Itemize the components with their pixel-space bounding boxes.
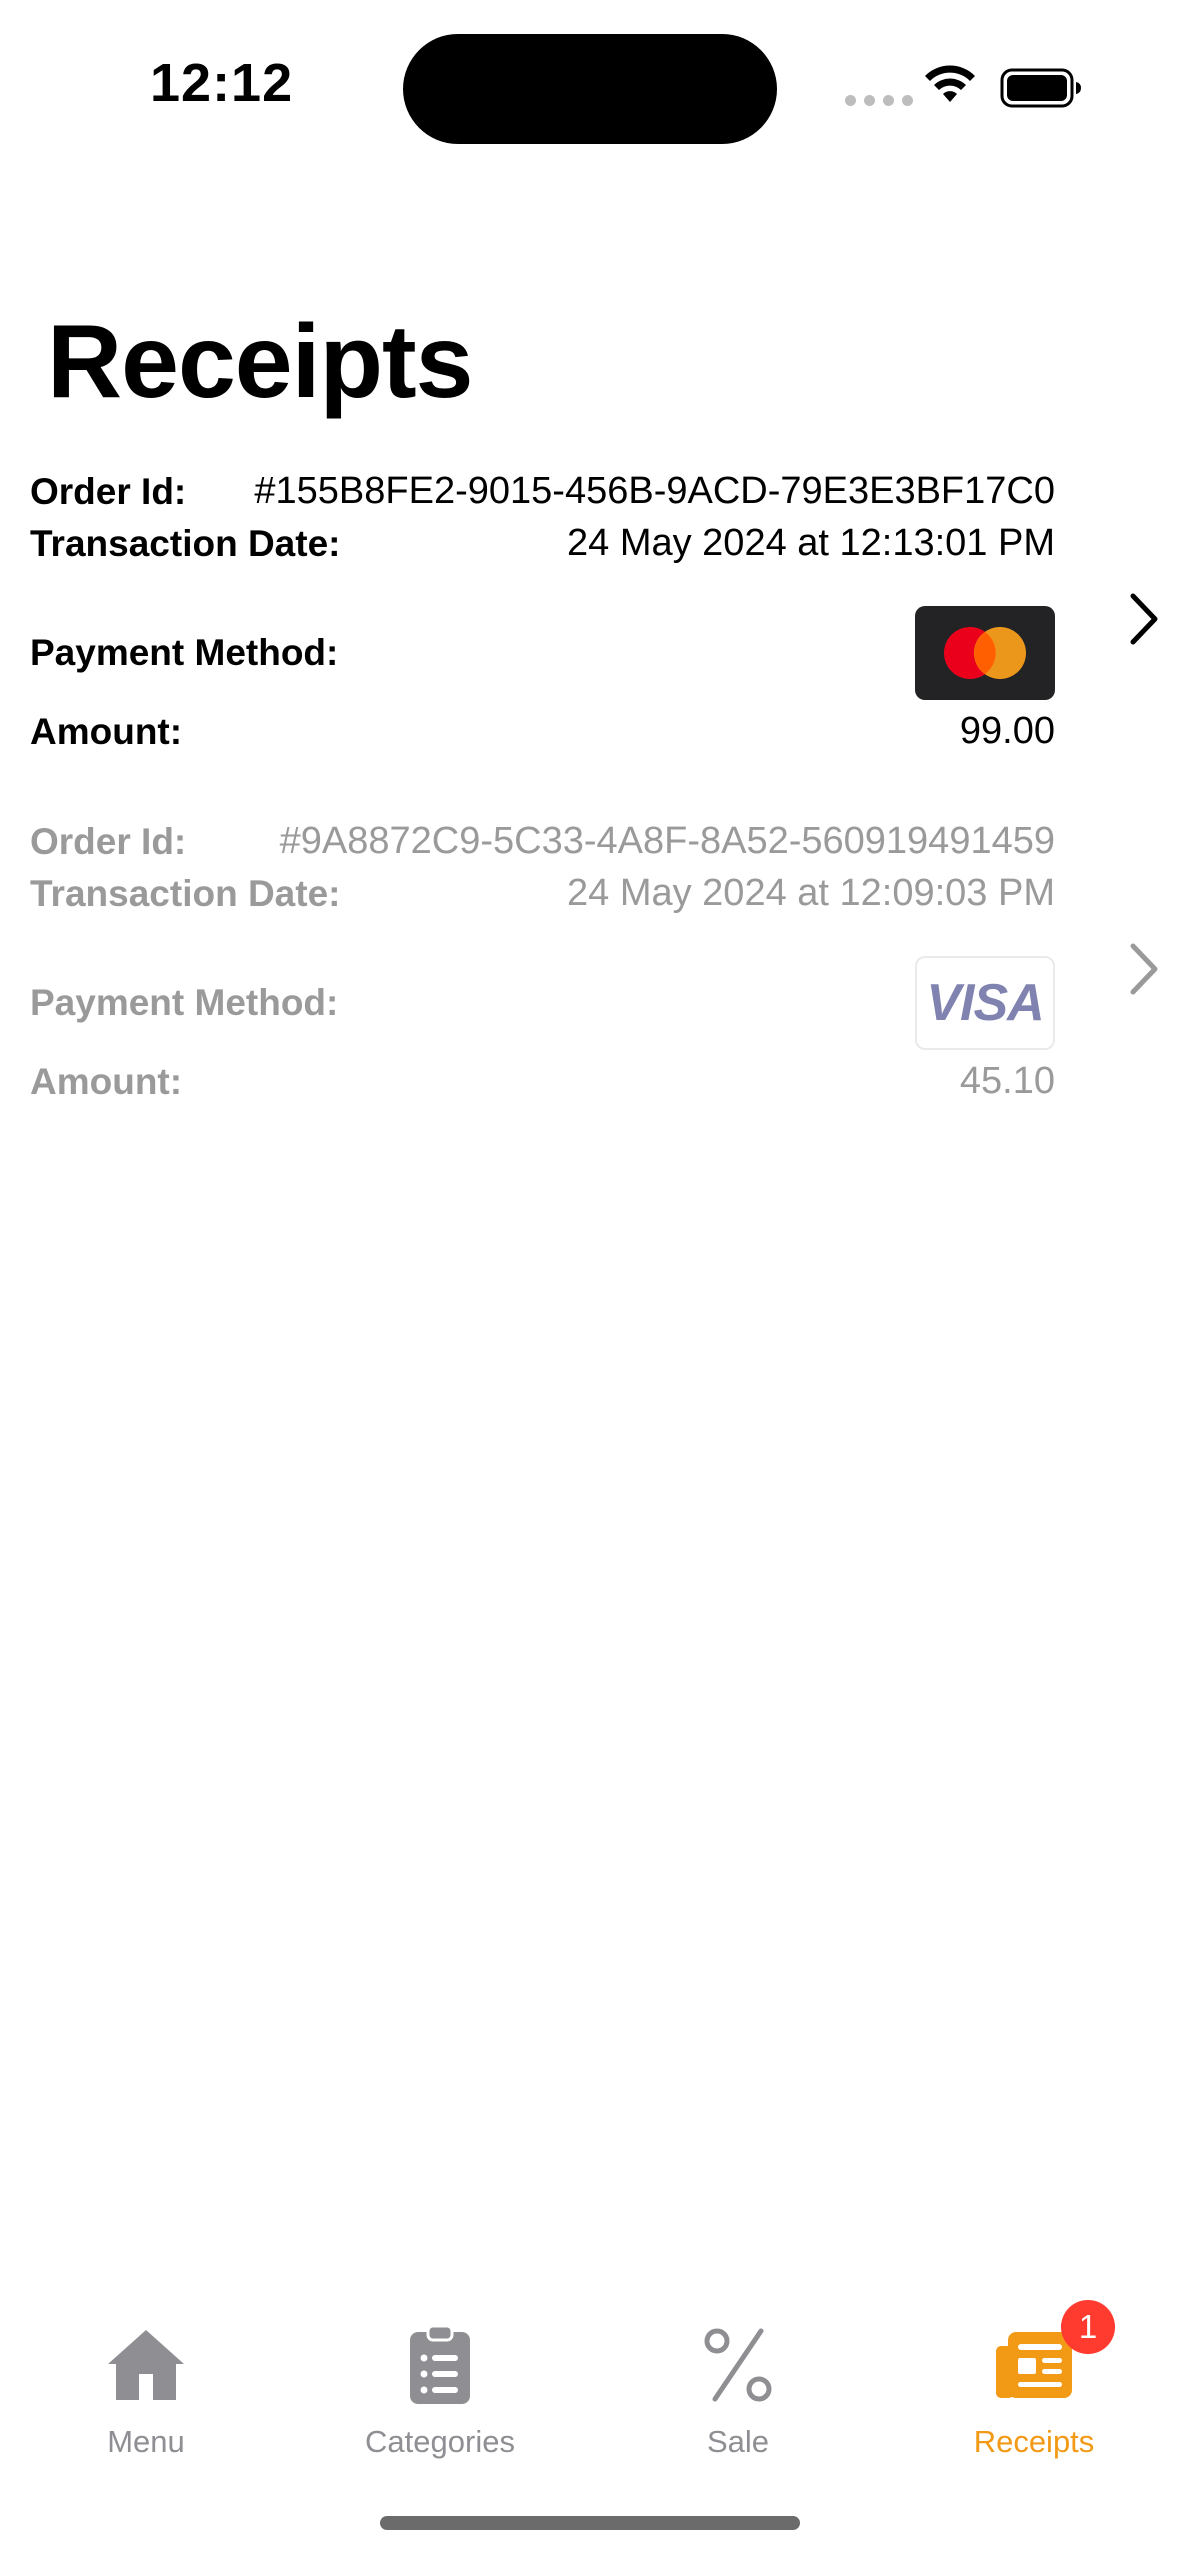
wifi-icon bbox=[925, 65, 975, 102]
chevron-right-icon[interactable] bbox=[1127, 942, 1161, 996]
status-bar: 12:12 bbox=[0, 0, 1179, 180]
receipt-row[interactable]: Order Id: #155B8FE2-9015-456B-9ACD-79E3E… bbox=[0, 470, 1179, 770]
tab-bar: Menu Categories Sale 1 Receipts bbox=[0, 2300, 1179, 2480]
amount-label: Amount: bbox=[30, 1060, 183, 1102]
visa-icon: VISA bbox=[915, 956, 1055, 1050]
transaction-date-value: 24 May 2024 at 12:13:01 PM bbox=[567, 522, 1055, 564]
transaction-date-value: 24 May 2024 at 12:09:03 PM bbox=[567, 872, 1055, 914]
house-icon bbox=[101, 2320, 191, 2410]
battery-icon bbox=[1000, 68, 1081, 108]
payment-method-label: Payment Method: bbox=[30, 632, 339, 673]
amount-value: 45.10 bbox=[959, 1060, 1055, 1102]
payment-method-label: Payment Method: bbox=[30, 982, 339, 1023]
dynamic-island bbox=[403, 34, 777, 144]
newspaper-icon: 1 bbox=[989, 2300, 1115, 2410]
visa-logo-text: VISA bbox=[926, 974, 1044, 1032]
mastercard-icon bbox=[915, 606, 1055, 700]
tab-menu[interactable]: Menu bbox=[36, 2320, 256, 2460]
home-indicator[interactable] bbox=[380, 2516, 800, 2530]
chevron-right-icon[interactable] bbox=[1127, 592, 1161, 646]
tab-label-menu: Menu bbox=[107, 2424, 185, 2459]
tab-receipts[interactable]: 1 Receipts bbox=[924, 2300, 1144, 2460]
order-id-label: Order Id: bbox=[30, 470, 187, 512]
tab-sale[interactable]: Sale bbox=[628, 2320, 848, 2460]
receipt-row[interactable]: Order Id: #9A8872C9-5C33-4A8F-8A52-56091… bbox=[0, 820, 1179, 1120]
amount-label: Amount: bbox=[30, 710, 183, 752]
tab-label-sale: Sale bbox=[706, 2424, 770, 2459]
transaction-date-label: Transaction Date: bbox=[30, 872, 341, 914]
percent-icon bbox=[693, 2320, 783, 2410]
clipboard-list-icon bbox=[395, 2320, 485, 2410]
status-time: 12:12 bbox=[150, 53, 294, 113]
order-id-value: #155B8FE2-9015-456B-9ACD-79E3E3BF17C0 bbox=[254, 470, 1055, 512]
cellular-signal-icon bbox=[845, 95, 913, 106]
order-id-value: #9A8872C9-5C33-4A8F-8A52-560919491459 bbox=[279, 820, 1055, 862]
order-id-label: Order Id: bbox=[30, 820, 187, 862]
amount-value: 99.00 bbox=[959, 710, 1055, 752]
notification-badge: 1 bbox=[1061, 2300, 1115, 2354]
tab-categories[interactable]: Categories bbox=[330, 2320, 550, 2460]
transaction-date-label: Transaction Date: bbox=[30, 522, 341, 564]
tab-label-categories: Categories bbox=[365, 2424, 515, 2459]
page-title: Receipts bbox=[47, 304, 474, 420]
tab-label-receipts: Receipts bbox=[973, 2424, 1095, 2459]
